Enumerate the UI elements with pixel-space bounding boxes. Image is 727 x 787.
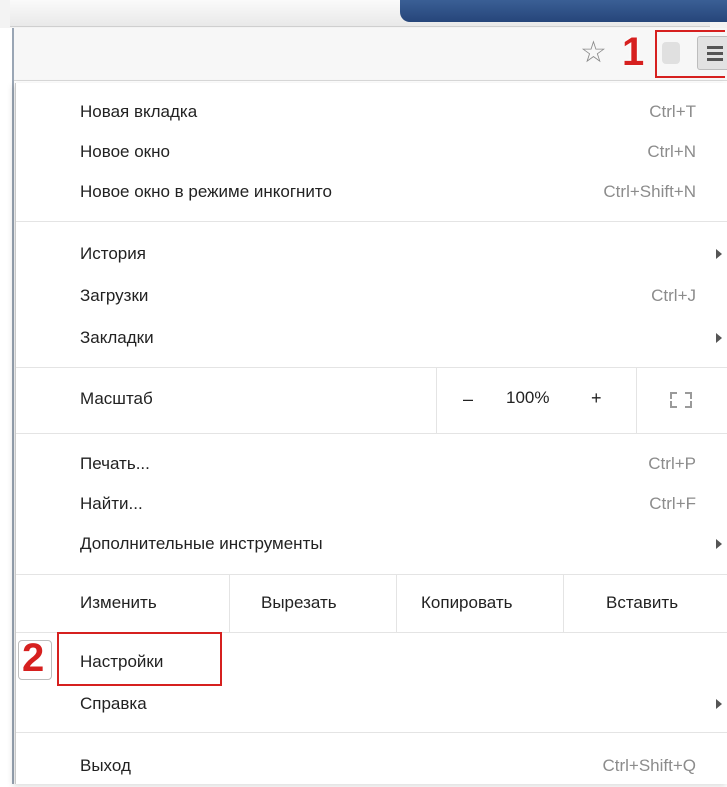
menu-item-label: История [80, 244, 146, 263]
menu-item-label: Печать... [80, 454, 150, 473]
cut-button[interactable]: Вырезать [261, 593, 337, 613]
fullscreen-icon-corner [670, 401, 677, 408]
menu-item-label: Найти... [80, 494, 143, 513]
menu-item-label: Новое окно в режиме инкогнито [80, 182, 332, 201]
menu-item-label: Справка [80, 694, 147, 713]
menu-separator [16, 433, 727, 434]
browser-toolbar: ☆ [14, 28, 727, 81]
zoom-in-button[interactable]: + [591, 388, 602, 409]
edit-row: Изменить Вырезать Копировать Вставить [16, 575, 727, 632]
fullscreen-icon-corner [670, 392, 677, 399]
zoom-divider [436, 368, 437, 433]
highlight-box-step-2 [57, 632, 222, 686]
menu-item-more-tools[interactable]: Дополнительные инструменты [16, 525, 727, 565]
menu-item-find[interactable]: Найти... Ctrl+F [16, 485, 727, 525]
menu-item-history[interactable]: История [16, 235, 727, 275]
menu-item-label: Закладки [80, 328, 154, 347]
menu-item-label: Новая вкладка [80, 102, 198, 121]
edit-divider [229, 575, 230, 632]
zoom-row: Масштаб – 100% + [16, 368, 727, 433]
menu-item-label: Новое окно [80, 142, 170, 161]
menu-separator [16, 732, 727, 733]
menu-item-bookmarks[interactable]: Закладки [16, 319, 727, 359]
edit-divider [563, 575, 564, 632]
star-icon[interactable]: ☆ [580, 38, 607, 68]
menu-item-print[interactable]: Печать... Ctrl+P [16, 445, 727, 485]
edit-divider [396, 575, 397, 632]
window-titlebar-area [400, 0, 727, 22]
submenu-arrow-icon [716, 699, 722, 709]
menu-item-label: Выход [80, 756, 131, 775]
menu-item-help[interactable]: Справка [16, 685, 727, 725]
submenu-arrow-icon [716, 249, 722, 259]
menu-item-shortcut: Ctrl+Shift+N [603, 182, 696, 201]
zoom-label: Масштаб [80, 389, 153, 408]
menu-item-new-window[interactable]: Новое окно Ctrl+N [16, 133, 727, 173]
zoom-divider [636, 368, 637, 433]
menu-item-shortcut: Ctrl+N [647, 142, 696, 161]
submenu-arrow-icon [716, 539, 722, 549]
menu-item-shortcut: Ctrl+J [651, 286, 696, 305]
tab-strip [0, 0, 727, 28]
edit-label: Изменить [80, 593, 157, 612]
menu-item-exit[interactable]: Выход Ctrl+Shift+Q [16, 747, 727, 787]
fullscreen-icon-corner [685, 401, 692, 408]
menu-item-label: Дополнительные инструменты [80, 534, 323, 553]
paste-button[interactable]: Вставить [606, 593, 678, 613]
step-number-2: 2 [22, 636, 45, 680]
page-edge [12, 28, 14, 784]
menu-item-new-tab[interactable]: Новая вкладка Ctrl+T [16, 93, 727, 133]
menu-item-shortcut: Ctrl+Shift+Q [602, 756, 696, 775]
menu-item-shortcut: Ctrl+P [648, 454, 696, 473]
menu-item-shortcut: Ctrl+F [649, 494, 696, 513]
highlight-box-step-1 [655, 30, 725, 78]
menu-item-downloads[interactable]: Загрузки Ctrl+J [16, 277, 727, 317]
copy-button[interactable]: Копировать [421, 593, 513, 613]
zoom-value: 100% [506, 388, 550, 407]
menu-item-label: Загрузки [80, 286, 149, 305]
menu-separator [16, 221, 727, 222]
submenu-arrow-icon [716, 333, 722, 343]
fullscreen-icon[interactable] [670, 392, 692, 408]
fullscreen-icon-corner [685, 392, 692, 399]
menu-item-incognito[interactable]: Новое окно в режиме инкогнито Ctrl+Shift… [16, 173, 727, 213]
zoom-out-button[interactable]: – [463, 389, 473, 410]
menu-item-shortcut: Ctrl+T [649, 102, 696, 121]
step-number-1: 1 [622, 30, 645, 74]
